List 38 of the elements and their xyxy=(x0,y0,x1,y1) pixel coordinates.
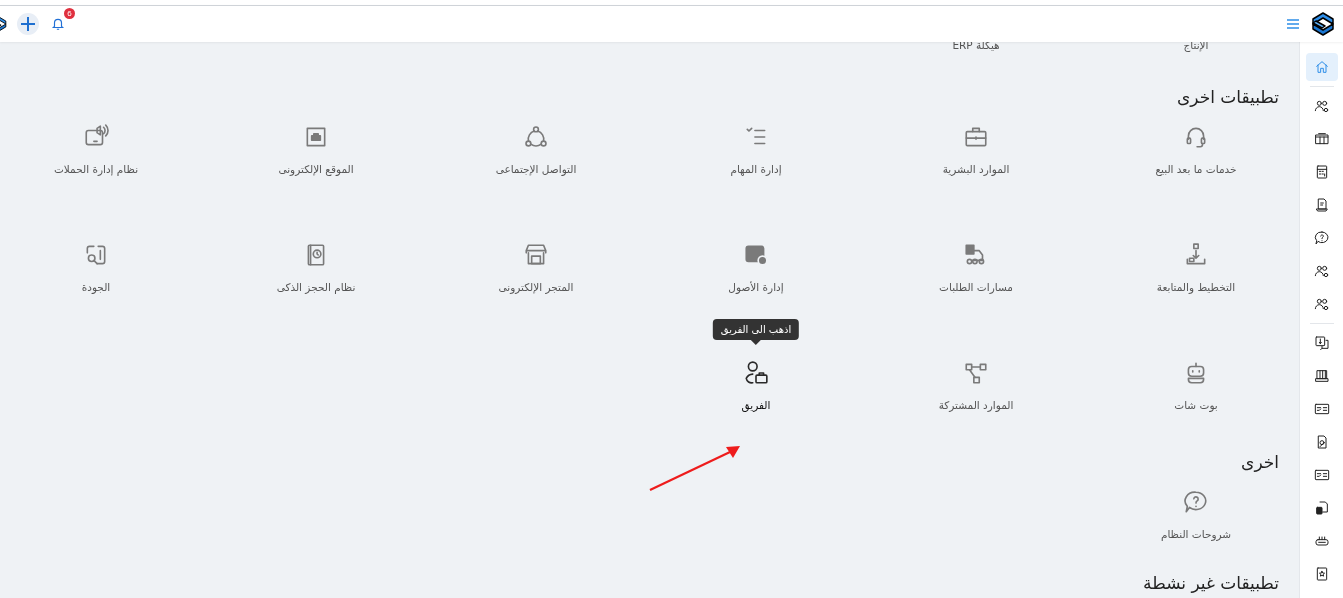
section-title: تطبيقات اخرى xyxy=(1176,86,1279,109)
card-icon xyxy=(1313,401,1330,417)
app-tile[interactable]: شروحات النظام xyxy=(1160,485,1232,542)
app-tile[interactable]: الموارد البشرية xyxy=(942,120,1010,177)
app-tile[interactable]: نظام الحجز الذكى xyxy=(276,238,356,295)
network-icon xyxy=(523,124,549,150)
notification-button[interactable]: 6 xyxy=(49,8,75,34)
app-tile[interactable]: المتجر الإلكترونى xyxy=(498,238,574,295)
question-bubble-icon xyxy=(1183,489,1209,515)
cabinet-icon xyxy=(1313,131,1330,147)
app-tile[interactable]: بوت شات xyxy=(1174,356,1218,413)
app-tile[interactable]: إدارة الأصول xyxy=(728,238,784,295)
app-tile[interactable]: خدمات ما بعد البيع xyxy=(1155,120,1237,177)
app-tile[interactable]: الفريق xyxy=(741,356,771,413)
bookshelf-icon xyxy=(1313,368,1330,384)
app-tile[interactable]: الموقع الإلكترونى xyxy=(278,120,354,177)
section-title: اخرى xyxy=(1241,451,1279,474)
tooltip: اذهب الى الفريق xyxy=(712,319,800,345)
plus-icon xyxy=(20,16,36,32)
app-tile[interactable]: التخطيط والمتابعة xyxy=(1156,238,1236,295)
app-tile[interactable]: الموارد المشتركة xyxy=(938,356,1014,413)
home-icon xyxy=(1313,59,1330,75)
app-tile[interactable]: مسارات الطلبات xyxy=(939,238,1013,295)
app-tile[interactable]: التواصل الإجتماعى xyxy=(495,120,577,177)
robot-tray-icon xyxy=(1313,533,1330,549)
app-tile[interactable]: الجودة xyxy=(81,238,111,295)
section-title: تطبيقات غير نشطة xyxy=(1143,572,1279,595)
question-bubble-icon xyxy=(1313,230,1330,246)
logo-icon xyxy=(1311,11,1335,37)
app-tile[interactable]: إدارة المهام xyxy=(730,120,782,177)
document-tray-icon xyxy=(1313,197,1330,213)
app-tile[interactable]: نظام إدارة الحملات xyxy=(53,120,139,177)
download-chat-icon xyxy=(1313,335,1330,351)
add-button[interactable] xyxy=(17,13,39,35)
notification-badge: 6 xyxy=(64,8,75,19)
card-icon xyxy=(1313,467,1330,483)
bell-icon xyxy=(51,16,65,32)
team-icon xyxy=(743,360,769,386)
